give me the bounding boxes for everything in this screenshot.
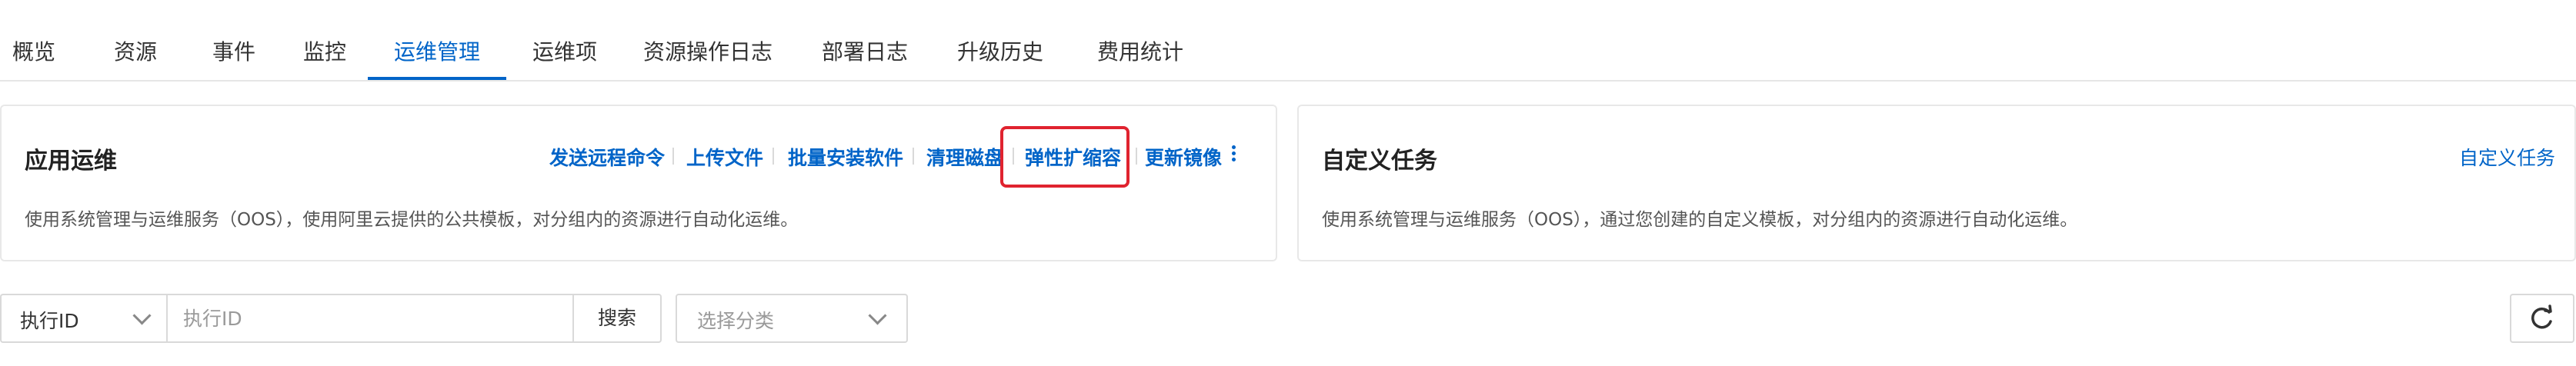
execution-type-select[interactable]: 执行ID — [0, 294, 168, 343]
custom-task-card: 自定义任务 使用系统管理与运维服务（OOS），通过您创建的自定义模板，对分组内的… — [1297, 105, 2576, 261]
divider — [772, 148, 774, 165]
tab-ops-management[interactable]: 运维管理 — [368, 0, 506, 80]
tab-monitoring[interactable]: 监控 — [288, 0, 362, 80]
batch-install-software-link[interactable]: 批量安装软件 — [788, 143, 903, 171]
search-button[interactable]: 搜索 — [572, 294, 662, 343]
send-remote-command-link[interactable]: 发送远程命令 — [549, 143, 665, 171]
tab-resources[interactable]: 资源 — [98, 0, 172, 80]
upload-file-link[interactable]: 上传文件 — [686, 143, 763, 171]
more-vertical-icon[interactable] — [1230, 143, 1237, 169]
refresh-icon — [2531, 304, 2552, 329]
tab-cost-statistics[interactable]: 费用统计 — [1086, 0, 1194, 80]
chevron-down-icon — [132, 306, 152, 325]
chevron-down-icon — [868, 306, 887, 325]
execution-type-value: 执行ID — [20, 310, 79, 332]
tab-events[interactable]: 事件 — [197, 0, 271, 80]
category-select[interactable]: 选择分类 — [676, 294, 908, 343]
app-ops-description: 使用系统管理与运维服务（OOS），使用阿里云提供的公共模板，对分组内的资源进行自… — [25, 210, 799, 230]
custom-task-title: 自定义任务 — [1322, 148, 1437, 175]
divider — [672, 148, 674, 165]
tab-resource-operation-log[interactable]: 资源操作日志 — [634, 0, 782, 80]
execution-id-field — [166, 294, 574, 343]
elastic-scaling-highlight-box — [1000, 126, 1130, 188]
category-placeholder: 选择分类 — [697, 310, 775, 332]
tab-upgrade-history[interactable]: 升级历史 — [946, 0, 1054, 80]
tab-overview[interactable]: 概览 — [0, 0, 68, 80]
execution-id-input[interactable] — [168, 295, 572, 341]
custom-task-description: 使用系统管理与运维服务（OOS），通过您创建的自定义模板，对分组内的资源进行自动… — [1322, 210, 2078, 230]
tab-deployment-log[interactable]: 部署日志 — [813, 0, 917, 80]
tab-bar: 概览 资源 事件 监控 运维管理 运维项 资源操作日志 部署日志 升级历史 费用… — [0, 0, 2576, 82]
custom-task-link[interactable]: 自定义任务 — [2459, 143, 2555, 171]
update-image-link[interactable]: 更新镜像 — [1145, 143, 1222, 171]
refresh-button[interactable] — [2510, 294, 2574, 343]
app-ops-title: 应用运维 — [25, 148, 117, 175]
clean-disk-link[interactable]: 清理磁盘 — [926, 143, 1003, 171]
divider — [1136, 148, 1137, 165]
divider — [913, 148, 914, 165]
tab-ops-items[interactable]: 运维项 — [517, 0, 612, 80]
